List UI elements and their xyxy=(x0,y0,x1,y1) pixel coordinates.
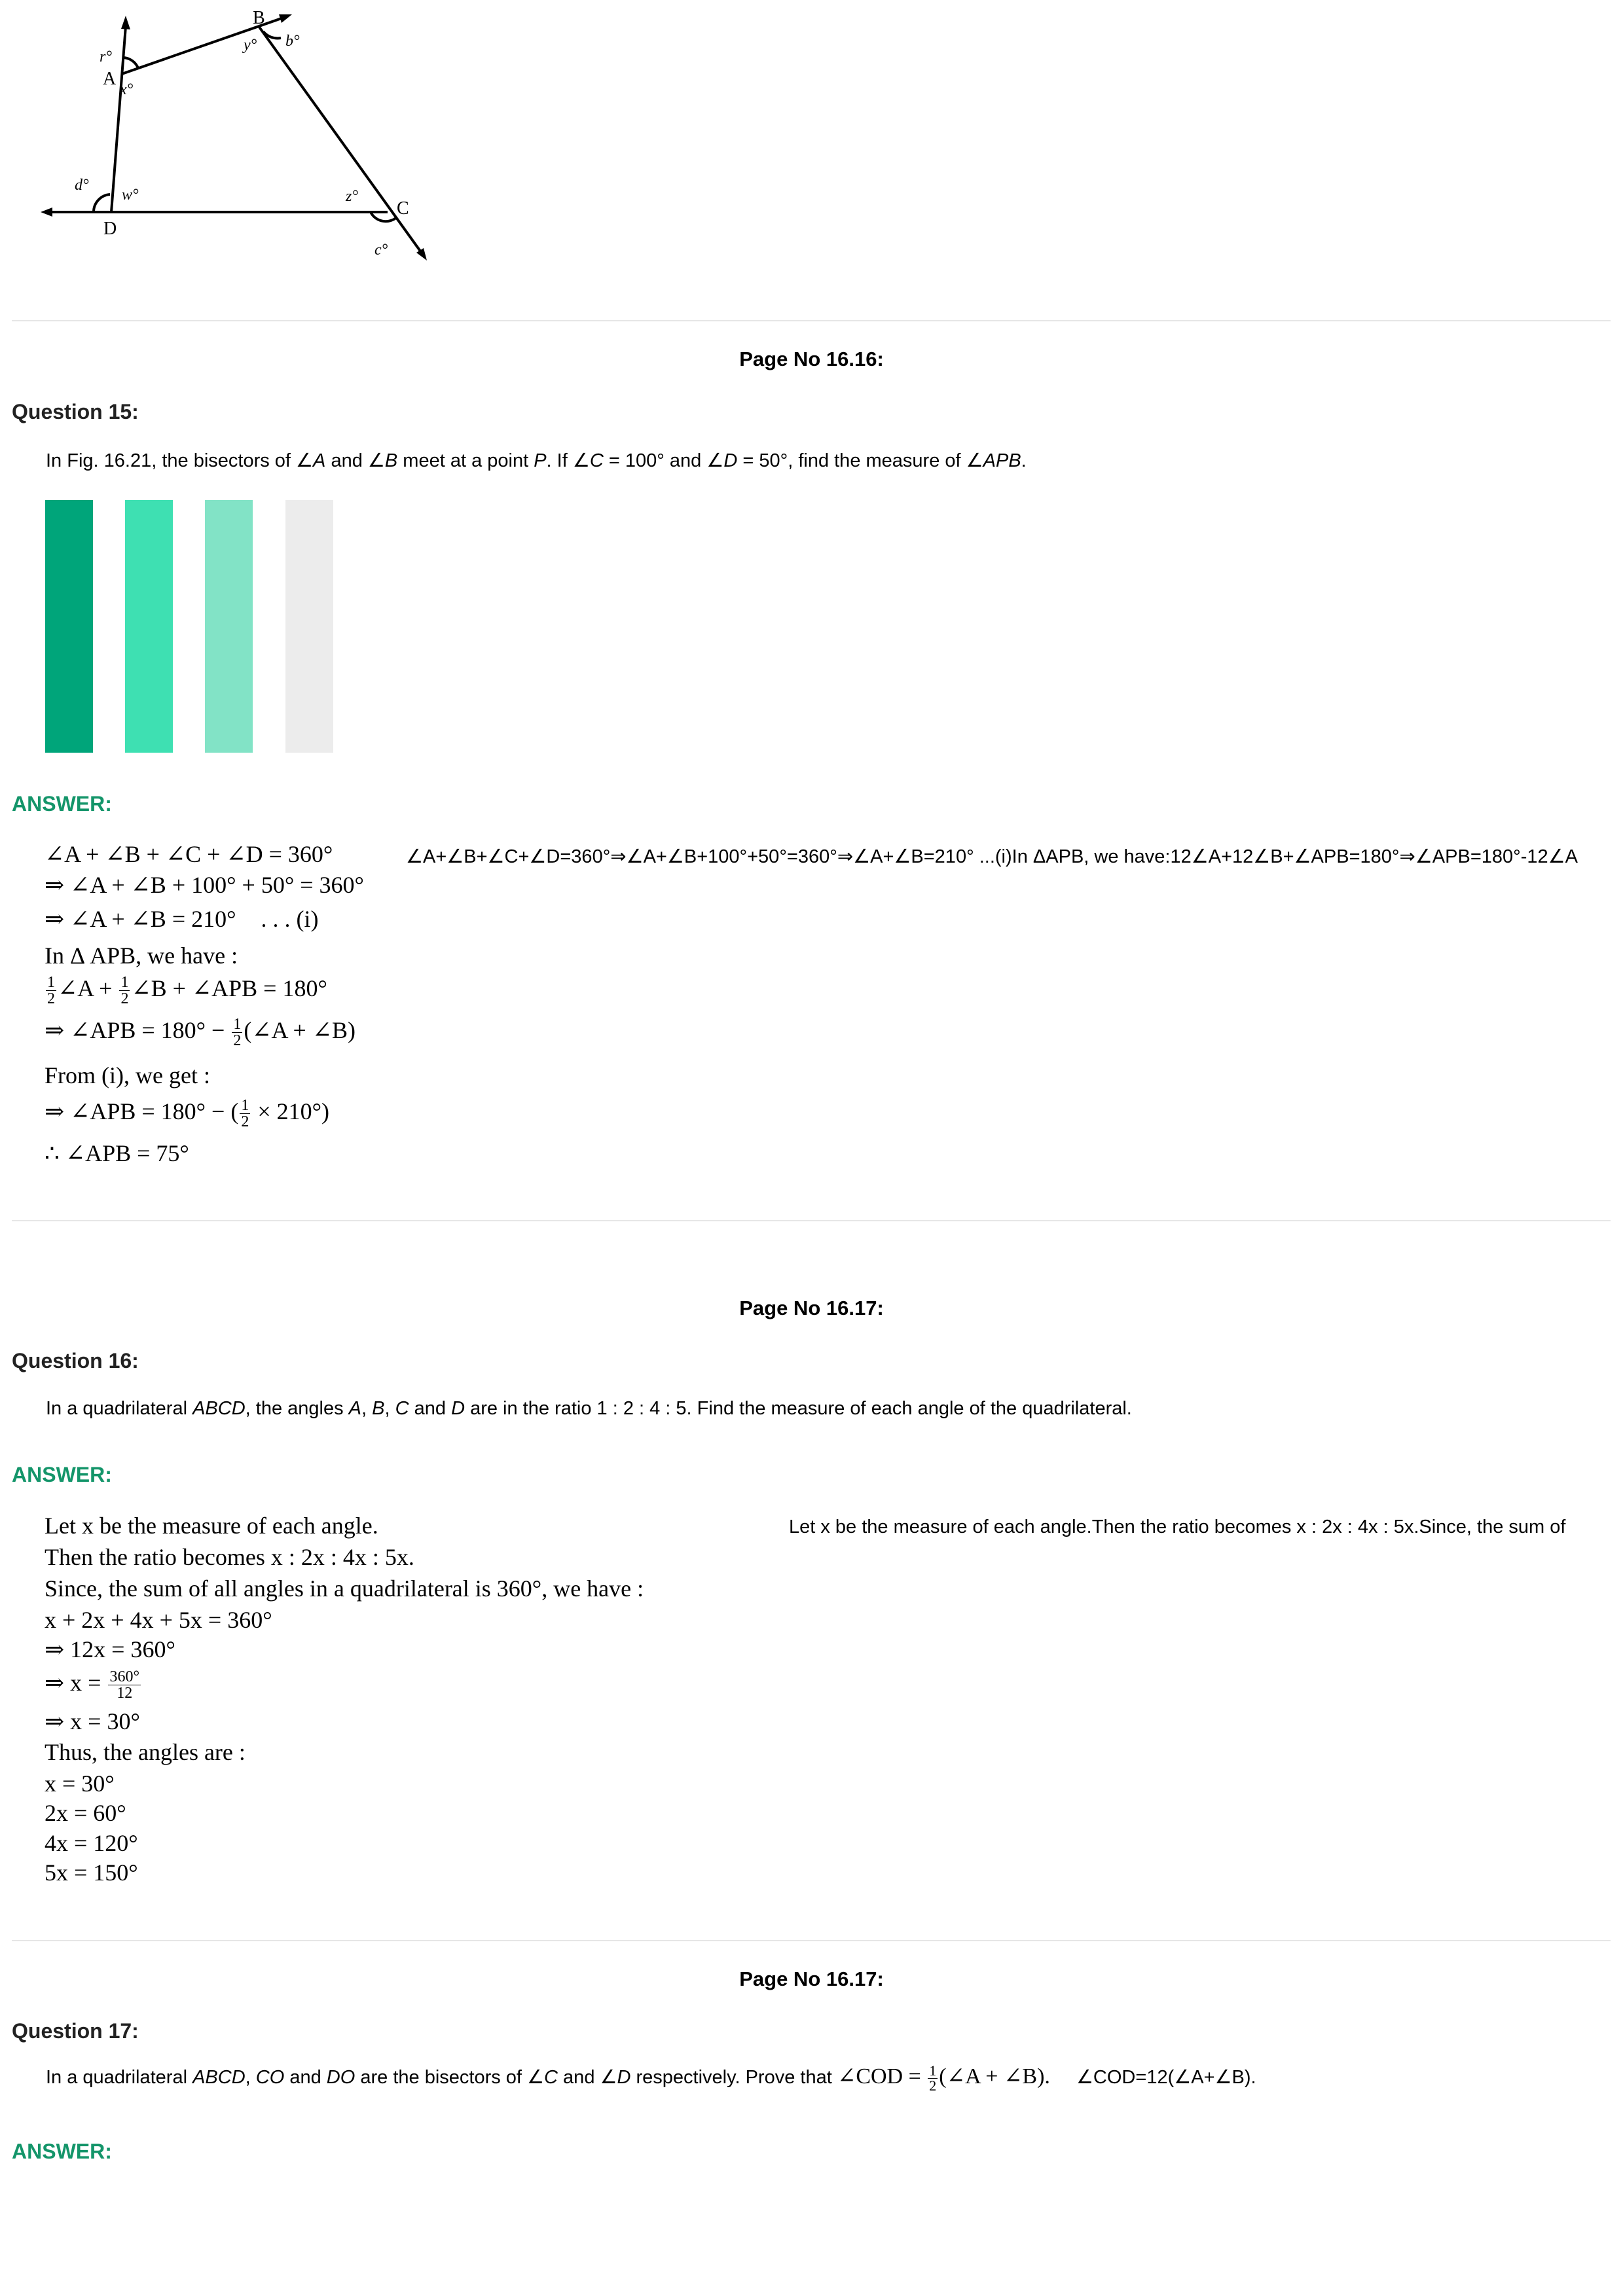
question-17-text: In a quadrilateral ABCD, CO and DO are t… xyxy=(46,2062,1256,2094)
solution-alt-text: ∠A+∠B+∠C+∠D=360°⇒∠A+∠B+100°+50°=360°⇒∠A+… xyxy=(406,846,1578,867)
solution-line: ⇒ x = 30° xyxy=(45,1708,140,1734)
color-bar-1 xyxy=(45,500,93,753)
color-bar-4 xyxy=(285,500,333,753)
solution-line: Then the ratio becomes x : 2x : 4x : 5x. xyxy=(45,1544,414,1570)
divider xyxy=(12,1220,1611,1221)
angle-label-z: z° xyxy=(345,188,358,205)
solution-line: 4x = 120° xyxy=(45,1830,138,1856)
page-number-heading: Page No 16.16: xyxy=(739,348,884,370)
solution-line: From (i), we get : xyxy=(45,1062,210,1088)
solution-line: ∴ ∠APB = 75° xyxy=(45,1140,189,1166)
formula-alt-text: ∠COD=12(∠A+∠B). xyxy=(1076,2067,1256,2088)
vertex-label-a: A xyxy=(103,69,117,89)
color-bar-2 xyxy=(125,500,173,753)
solution-line: ∠A + ∠B + ∠C + ∠D = 360° xyxy=(45,841,333,867)
question-15-title: Question 15: xyxy=(12,400,139,423)
page-number-heading: Page No 16.17: xyxy=(739,1297,884,1319)
solution-line: In Δ APB, we have : xyxy=(45,942,238,969)
divider xyxy=(12,320,1611,321)
angle-label-b: b° xyxy=(285,33,300,50)
solution-line: ⇒ ∠A + ∠B = 210°. . . (i) xyxy=(45,906,319,932)
vertex-label-d: D xyxy=(103,219,117,239)
solution-alt-text: Let x be the measure of each angle.Then … xyxy=(789,1516,1566,1537)
divider xyxy=(12,1940,1611,1941)
solution-line: Let x be the measure of each angle. xyxy=(45,1513,378,1539)
solution-line: Since, the sum of all angles in a quadri… xyxy=(45,1575,644,1602)
answer-label: ANSWER: xyxy=(12,792,112,816)
vertex-label-b: B xyxy=(253,8,265,28)
solution-line: ⇒ ∠A + ∠B + 100° + 50° = 360° xyxy=(45,872,364,898)
angle-label-r: r° xyxy=(100,48,112,65)
solution-line: ⇒ x = 360° 12 xyxy=(45,1668,141,1702)
angle-label-y: y° xyxy=(242,37,257,54)
question-16-text: In a quadrilateral ABCD, the angles A, B… xyxy=(46,1398,1132,1419)
quadrilateral-figure: A B C D r° x° y° b° z° c° d° w° xyxy=(41,8,427,260)
color-bar-3 xyxy=(205,500,253,753)
page-number-heading: Page No 16.17: xyxy=(739,1967,884,1990)
solution-line: 1 2 ∠A + 1 2 ∠B + ∠APB = 180° xyxy=(46,974,327,1008)
solution-line: x = 30° xyxy=(45,1770,115,1797)
vertex-label-c: C xyxy=(397,198,409,219)
solution-line: Thus, the angles are : xyxy=(45,1739,246,1765)
solution-line: x + 2x + 4x + 5x = 360° xyxy=(45,1607,272,1633)
angle-label-c: c° xyxy=(374,242,388,259)
solution-line: 5x = 150° xyxy=(45,1859,138,1886)
angle-label-d: d° xyxy=(75,177,89,194)
question-17-title: Question 17: xyxy=(12,2019,139,2043)
question-16-title: Question 16: xyxy=(12,1349,139,1372)
solution-line: ⇒ ∠APB = 180° − (1 2 × 210°) xyxy=(45,1097,330,1131)
prove-formula: ∠COD = 1 2 (∠A + ∠B). xyxy=(837,2062,1050,2094)
solution-line: ⇒ 12x = 360° xyxy=(45,1636,175,1662)
answer-label: ANSWER: xyxy=(12,2140,112,2163)
angle-label-x: x° xyxy=(119,81,134,98)
solution-line: ⇒ ∠APB = 180° − 1 2 (∠A + ∠B) xyxy=(45,1016,356,1050)
angle-label-w: w° xyxy=(122,187,139,204)
solution-line: 2x = 60° xyxy=(45,1800,126,1826)
answer-label: ANSWER: xyxy=(12,1463,112,1486)
question-15-text: In Fig. 16.21, the bisectors of ∠A and ∠… xyxy=(46,450,1027,471)
